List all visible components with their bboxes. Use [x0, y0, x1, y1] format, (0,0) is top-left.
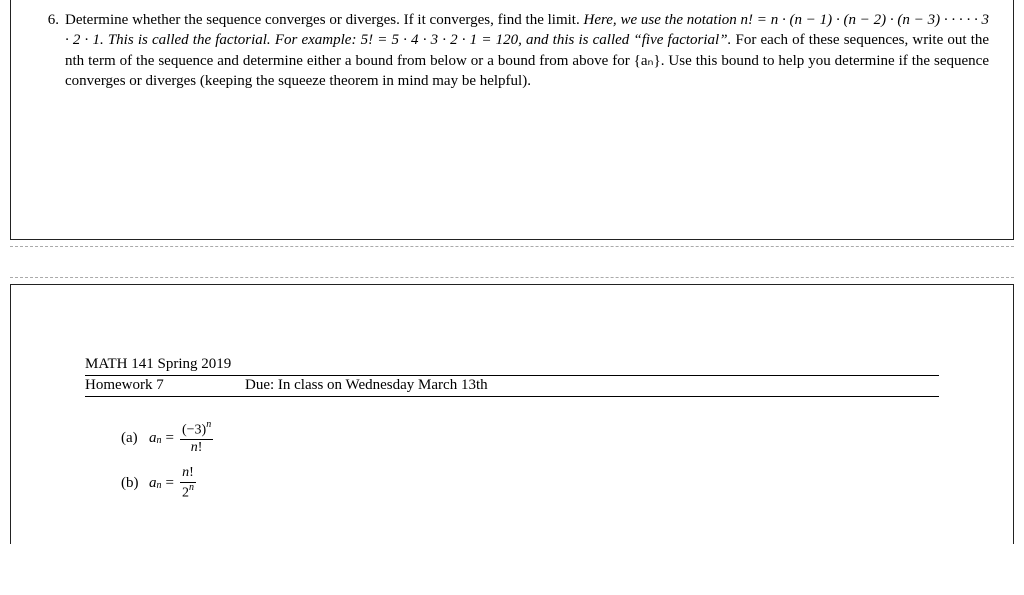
- part-a-fraction: (−3)n n!: [180, 421, 213, 456]
- part-b: (b) an = n! 2n: [121, 466, 989, 501]
- hw-label: Homework 7: [85, 377, 245, 394]
- part-b-fraction: n! 2n: [180, 466, 196, 501]
- part-a-label: (a): [121, 430, 149, 447]
- due-label: Due: In class on Wednesday March 13th: [245, 377, 488, 394]
- part-a: (a) an = (−3)n n!: [121, 421, 989, 456]
- page-bottom-fragment: MATH 141 Spring 2019 Homework 7 Due: In …: [10, 284, 1014, 544]
- problem-number: 6.: [35, 10, 65, 91]
- sub-parts: (a) an = (−3)n n! (b) an = n! 2n: [121, 421, 989, 501]
- part-a-equation: an = (−3)n n!: [149, 421, 215, 456]
- part-b-equation: an = n! 2n: [149, 466, 198, 501]
- problem-body: Determine whether the sequence converges…: [65, 10, 989, 91]
- problem-6: 6. Determine whether the sequence conver…: [35, 10, 989, 91]
- assignment-header: MATH 141 Spring 2019 Homework 7 Due: In …: [85, 355, 939, 397]
- page-gap: [10, 246, 1014, 278]
- part-b-label: (b): [121, 475, 149, 492]
- page-top-fragment: 6. Determine whether the sequence conver…: [10, 0, 1014, 240]
- course-line: MATH 141 Spring 2019: [85, 355, 939, 376]
- problem-intro: Determine whether the sequence converges…: [65, 12, 580, 28]
- hw-due-line: Homework 7 Due: In class on Wednesday Ma…: [85, 376, 939, 397]
